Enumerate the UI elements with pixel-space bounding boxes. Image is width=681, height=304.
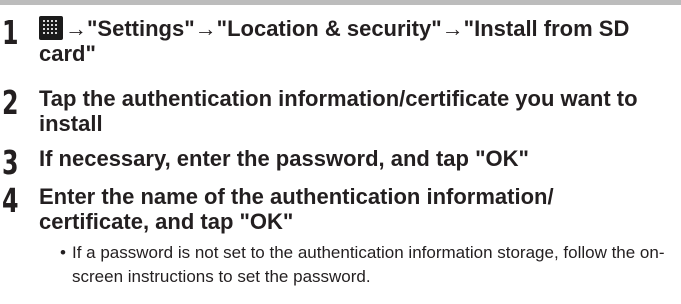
- note-text: If a password is not set to the authenti…: [72, 243, 665, 286]
- step-instruction: Enter the name of the authentication inf…: [39, 184, 554, 234]
- step-number: 3: [2, 143, 19, 182]
- step-instruction: →"Settings"→"Location & security"→"Insta…: [39, 16, 630, 66]
- note: • If a password is not set to the authen…: [60, 241, 672, 289]
- app-menu-icon: [39, 16, 63, 40]
- bullet: •: [60, 243, 66, 262]
- step-number: 2: [2, 83, 19, 122]
- step-number: 1: [2, 13, 19, 52]
- step-instruction: If necessary, enter the password, and ta…: [39, 146, 529, 171]
- step-text: →"Settings"→"Location & security"→"Insta…: [39, 16, 669, 66]
- step-instruction: Tap the authentication information/certi…: [39, 86, 638, 136]
- top-divider: [0, 0, 681, 5]
- step-number: 4: [2, 181, 19, 220]
